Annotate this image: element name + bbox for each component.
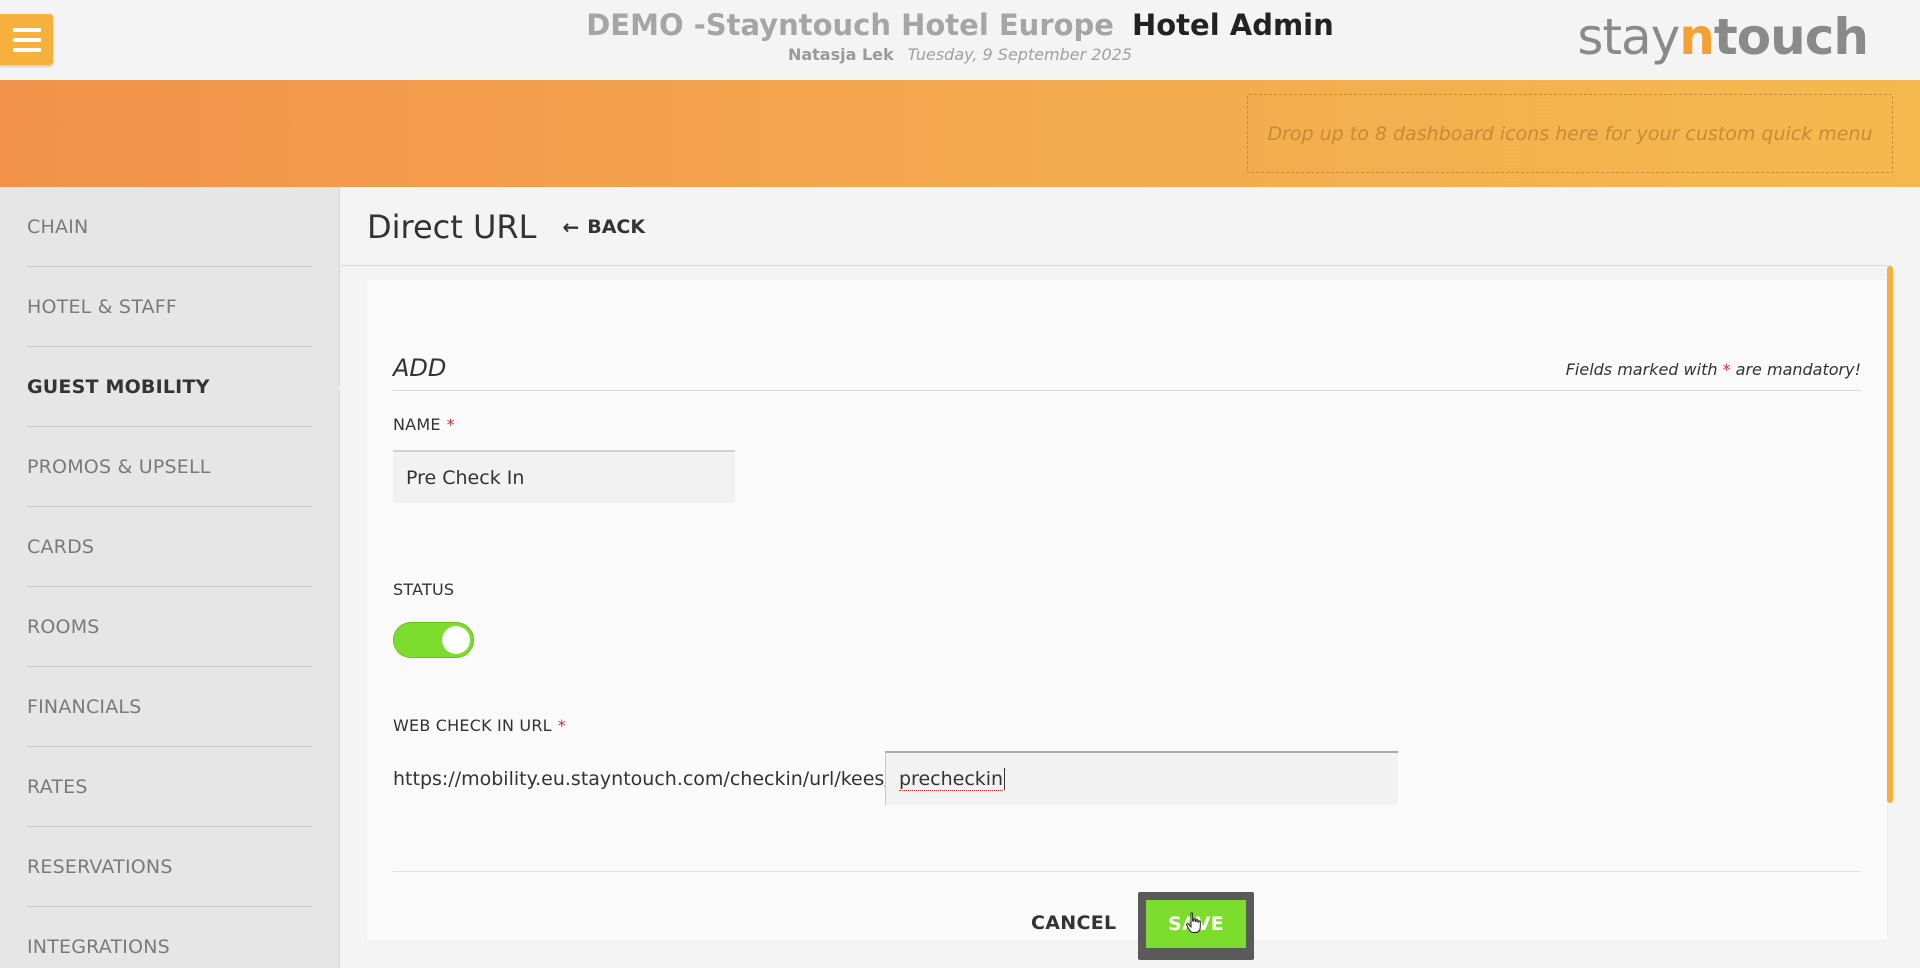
divider [341, 265, 1891, 266]
section-title: ADD [393, 354, 447, 382]
name-label: NAME * [393, 415, 455, 434]
toggle-knob [442, 626, 470, 654]
status-label: STATUS [393, 580, 455, 599]
stayntouch-logo: stayntouch [1577, 8, 1869, 66]
arrow-left-icon: ← [562, 215, 580, 239]
quick-menu-dropzone[interactable]: Drop up to 8 dashboard icons here for yo… [1247, 94, 1893, 173]
web-checkin-url-input[interactable]: precheckin [885, 751, 1398, 805]
hand-cursor-icon [1185, 912, 1201, 933]
app-name: Hotel Admin [1131, 8, 1334, 42]
name-input[interactable] [393, 450, 735, 503]
back-button[interactable]: ← BACK [562, 215, 645, 239]
mandatory-note: Fields marked with * are mandatory! [1565, 360, 1861, 379]
required-star: * [446, 415, 455, 434]
sidebar: CHAIN HOTEL & STAFF GUEST MOBILITY PROMO… [0, 187, 349, 968]
sidebar-item-chain[interactable]: CHAIN [27, 187, 312, 267]
sidebar-item-hotel-staff[interactable]: HOTEL & STAFF [27, 267, 312, 347]
quick-menu-band: Drop up to 8 dashboard icons here for yo… [0, 80, 1920, 187]
sidebar-item-integrations[interactable]: INTEGRATIONS [27, 907, 312, 968]
back-label: BACK [587, 216, 646, 238]
sidebar-item-rooms[interactable]: ROOMS [27, 587, 312, 667]
current-date: Tuesday, 9 September 2025 [907, 45, 1133, 64]
sidebar-item-reservations[interactable]: RESERVATIONS [27, 827, 312, 907]
status-toggle[interactable] [393, 622, 474, 658]
sidebar-item-rates[interactable]: RATES [27, 747, 312, 827]
user-name: Natasja Lek [787, 45, 894, 64]
url-prefix: https://mobility.eu.stayntouch.com/check… [393, 768, 891, 790]
form-card: ADD Fields marked with * are mandatory! … [367, 280, 1887, 960]
page-title: Direct URL [367, 208, 537, 246]
hotel-name: DEMO -Stayntouch Hotel Europe [586, 8, 1114, 42]
text-caret [1004, 768, 1006, 790]
url-input-value: precheckin [899, 767, 1004, 791]
divider [393, 871, 1861, 872]
sidebar-item-promos-upsell[interactable]: PROMOS & UPSELL [27, 427, 312, 507]
web-checkin-url-label: WEB CHECK IN URL * [393, 716, 566, 735]
page-header: Direct URL ← BACK [367, 208, 645, 246]
required-star: * [557, 716, 566, 735]
save-button-focus-ring: SAVE [1138, 892, 1254, 960]
sidebar-item-guest-mobility[interactable]: GUEST MOBILITY [27, 347, 349, 427]
sidebar-item-financials[interactable]: FINANCIALS [27, 667, 312, 747]
cancel-button[interactable]: CANCEL [1031, 912, 1116, 934]
scrollbar[interactable] [1887, 266, 1893, 803]
top-bar: DEMO -Stayntouch Hotel Europe Hotel Admin… [0, 0, 1920, 80]
sidebar-item-cards[interactable]: CARDS [27, 507, 312, 587]
section-header: ADD Fields marked with * are mandatory! [393, 354, 1861, 391]
